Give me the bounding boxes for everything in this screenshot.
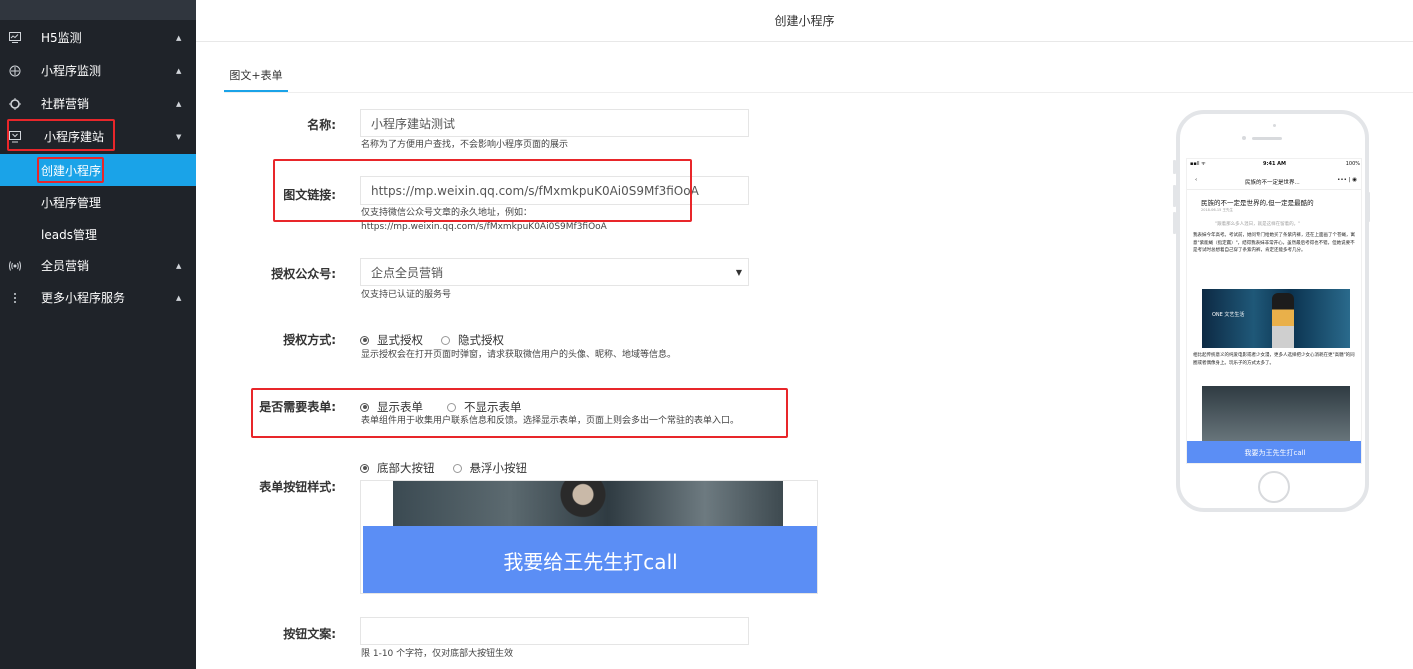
article-title: 民族的不一定是世界的,但一定是最酷的: [1201, 199, 1314, 207]
caret-up-icon: ▲: [176, 261, 182, 270]
phone-navbar: ‹ 民族的不一定是世界... ••• | ◉: [1187, 174, 1361, 190]
caret-up-icon: ▲: [176, 66, 182, 75]
monitor-chart-icon: [8, 31, 22, 45]
more-icon: ••• | ◉: [1337, 177, 1357, 183]
auth-mode-radio-group: 显式授权 隐式授权: [360, 332, 522, 348]
caret-up-icon: ▲: [176, 33, 182, 42]
radio-label: 悬浮小按钮: [469, 461, 528, 475]
phone-side-button: [1367, 192, 1370, 222]
article-paragraph: 相比起传统意义的纯爱电影或者少女漫，更多人选择把少女心消耗在更"高糖"的同圈或者…: [1193, 353, 1355, 366]
highlight-box-need-form: [251, 388, 788, 438]
button-style-label: 表单按钮样式:: [259, 480, 336, 494]
sidebar-item-mini-monitor[interactable]: 小程序监测 ▲: [0, 54, 196, 87]
radio-checked-icon: [360, 335, 369, 345]
preview-big-button: 我要给王先生打call: [363, 526, 817, 593]
auth-mode-label: 授权方式:: [283, 333, 336, 347]
caret-down-icon: ▼: [176, 132, 182, 141]
radio-checked-icon: [360, 463, 369, 473]
phone-speaker: [1252, 137, 1282, 140]
sidebar-subitem-label: 小程序管理: [41, 195, 102, 210]
sidebar-item-community[interactable]: 社群营销 ▲: [0, 87, 196, 120]
radio-unchecked-icon: [441, 335, 450, 345]
tab-graphic-form[interactable]: 图文+表单: [224, 68, 288, 92]
account-hint: 仅支持已认证的服务号: [361, 290, 452, 300]
name-hint: 名称为了方便用户查找，不会影响小程序页面的展示: [361, 140, 569, 150]
image-figure: [1272, 293, 1294, 348]
article-quote: "跟着那么多人混日，就是这样在留着的。": [1215, 222, 1301, 227]
caret-up-icon: ▲: [176, 293, 182, 302]
radio-implicit-auth[interactable]: 隐式授权: [441, 332, 504, 348]
signal-icon: ▪▪ll ᯤ: [1190, 161, 1206, 167]
radio-floating-small-button[interactable]: 悬浮小按钮: [452, 460, 528, 476]
radio-label: 底部大按钮: [377, 461, 435, 475]
sidebar-item-label: 更多小程序服务: [41, 291, 126, 305]
article-image: ONE 文艺生活: [1202, 289, 1350, 348]
preview-photo: [393, 481, 783, 526]
highlight-box-site-builder: [7, 119, 115, 151]
button-text-label: 按钮文案:: [283, 627, 336, 641]
phone-side-button: [1173, 160, 1176, 174]
account-select-value: 企点全员营销: [371, 265, 444, 280]
phone-home-button: [1258, 471, 1290, 503]
radio-bottom-big-button[interactable]: 底部大按钮: [360, 460, 435, 476]
article-date: 2018-06-15 王先生: [1201, 208, 1233, 212]
name-label: 名称:: [307, 118, 336, 132]
sidebar: H5监测 ▲ 小程序监测 ▲ 社群营销 ▲ 小程序建站 ▼ 创建小程序 小程序管…: [0, 0, 196, 669]
name-input[interactable]: 小程序建站测试: [360, 109, 749, 137]
account-select[interactable]: 企点全员营销 ▼: [360, 258, 749, 286]
sidebar-subitem-leads[interactable]: leads管理: [0, 218, 196, 250]
button-text-input[interactable]: [360, 617, 749, 645]
community-icon: [8, 97, 22, 111]
sidebar-item-all-marketing[interactable]: 全员营销 ▲: [0, 249, 196, 282]
phone-preview: ▪▪ll ᯤ 9:41 AM 100% ‹ 民族的不一定是世界... ••• |…: [1176, 110, 1369, 512]
highlight-box-link: [273, 159, 692, 222]
more-vertical-icon: [8, 291, 22, 305]
phone-side-button: [1173, 212, 1176, 234]
phone-side-button: [1173, 185, 1176, 207]
article-paragraph: 我表妹今年高考。考试前，她问专门给她买了条紫内裤，还在上面画了个苍蝇，寓意"紫能…: [1193, 233, 1355, 254]
sidebar-item-label: H5监测: [41, 31, 82, 45]
caret-up-icon: ▲: [176, 99, 182, 108]
link-example: https://mp.weixin.qq.com/s/fMxmkpuK0Ai0S…: [361, 222, 607, 232]
phone-cta-button: 我要为王先生打call: [1187, 441, 1361, 463]
tab-divider: [224, 92, 1413, 93]
phone-sensor: [1273, 124, 1276, 127]
sidebar-top-bar: [0, 0, 196, 20]
sidebar-subitem-manage[interactable]: 小程序管理: [0, 186, 196, 218]
name-input-value: 小程序建站测试: [371, 116, 456, 131]
crosshair-icon: [8, 64, 22, 78]
sidebar-item-more-services[interactable]: 更多小程序服务 ▲: [0, 281, 196, 314]
account-label: 授权公众号:: [271, 267, 336, 281]
radio-unchecked-icon: [452, 463, 462, 473]
sidebar-item-label: 全员营销: [41, 259, 90, 273]
phone-screen: ▪▪ll ᯤ 9:41 AM 100% ‹ 民族的不一定是世界... ••• |…: [1186, 158, 1362, 464]
back-icon: ‹: [1195, 177, 1198, 183]
phone-status-bar: ▪▪ll ᯤ 9:41 AM 100%: [1187, 161, 1361, 171]
button-style-preview: 我要给王先生打call: [360, 480, 818, 594]
phone-camera: [1242, 136, 1246, 140]
sidebar-item-label: 小程序监测: [41, 64, 102, 78]
battery-icon: 100%: [1345, 161, 1360, 167]
button-style-radio-group: 底部大按钮 悬浮小按钮: [360, 460, 545, 476]
article-image: [1202, 386, 1350, 446]
image-overlay-text: ONE 文艺生活: [1212, 312, 1245, 318]
auth-mode-hint: 显示授权会在打开页面时弹窗，请求获取微信用户的头像、昵称、地域等信息。: [361, 350, 677, 360]
highlight-box-create: [37, 157, 104, 183]
sidebar-item-h5[interactable]: H5监测 ▲: [0, 21, 196, 54]
radio-label: 显式授权: [377, 333, 423, 347]
page-title: 创建小程序: [196, 0, 1413, 42]
broadcast-icon: [8, 259, 22, 273]
status-time: 9:41 AM: [1263, 161, 1287, 167]
sidebar-subitem-label: leads管理: [41, 227, 97, 242]
radio-explicit-auth[interactable]: 显式授权: [360, 332, 423, 348]
button-text-hint: 限 1-10 个字符，仅对底部大按钮生效: [361, 649, 514, 659]
phone-nav-title: 民族的不一定是世界...: [1245, 180, 1300, 186]
chevron-down-icon: ▼: [735, 267, 742, 277]
sidebar-item-label: 社群营销: [41, 97, 90, 111]
radio-label: 隐式授权: [458, 333, 504, 347]
